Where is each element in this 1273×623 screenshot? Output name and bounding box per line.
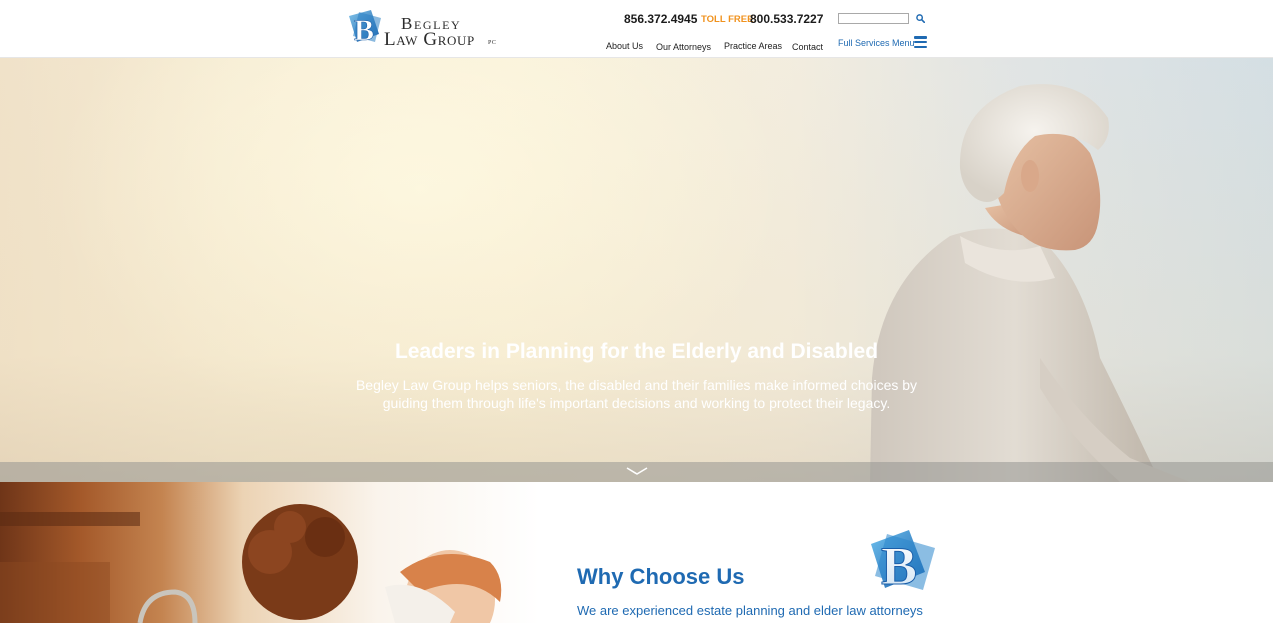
site-header: B Begley Law Group PC 856.372.4945 TOLL … bbox=[0, 0, 1273, 58]
search-icon bbox=[916, 14, 925, 23]
search-input[interactable] bbox=[838, 13, 909, 24]
search-button[interactable] bbox=[914, 12, 927, 25]
toll-free-label: TOLL FREE: bbox=[701, 14, 757, 25]
svg-text:B: B bbox=[881, 536, 917, 596]
nav-contact[interactable]: Contact bbox=[792, 42, 823, 52]
full-services-menu-link[interactable]: Full Services Menu bbox=[838, 38, 915, 48]
nav-practice-areas[interactable]: Practice Areas bbox=[724, 41, 782, 51]
svg-text:B: B bbox=[354, 14, 374, 47]
why-choose-us-heading: Why Choose Us bbox=[577, 564, 745, 589]
brand-b-mark-icon: B bbox=[871, 530, 935, 596]
site-logo[interactable]: B Begley Law Group PC bbox=[345, 8, 505, 50]
hero-subtitle: Begley Law Group helps seniors, the disa… bbox=[355, 377, 918, 411]
family-photo bbox=[0, 482, 540, 623]
logo-suffix: PC bbox=[488, 40, 497, 46]
why-choose-us-section: Why Choose Us We are experienced estate … bbox=[0, 482, 1273, 623]
hero-title: Leaders in Planning for the Elderly and … bbox=[0, 340, 1273, 364]
scroll-down-button[interactable] bbox=[625, 464, 649, 478]
phone-main[interactable]: 856.372.4945 bbox=[624, 12, 697, 26]
hero-photo-elderly-man bbox=[870, 84, 1190, 482]
logo-text-line2: Law Group bbox=[384, 29, 475, 50]
logo-mark-icon: B bbox=[349, 10, 381, 47]
nav-our-attorneys[interactable]: Our Attorneys bbox=[656, 42, 711, 52]
hero-banner: Leaders in Planning for the Elderly and … bbox=[0, 58, 1273, 482]
why-choose-us-subheading: We are experienced estate planning and e… bbox=[577, 603, 923, 618]
phone-toll-free[interactable]: 800.533.7227 bbox=[750, 12, 823, 26]
hero-title-text: Leaders in Planning for the Elderly and … bbox=[394, 340, 879, 363]
hamburger-menu-icon[interactable] bbox=[914, 36, 927, 48]
chevron-down-icon bbox=[626, 467, 648, 475]
nav-about-us[interactable]: About Us bbox=[606, 41, 643, 51]
